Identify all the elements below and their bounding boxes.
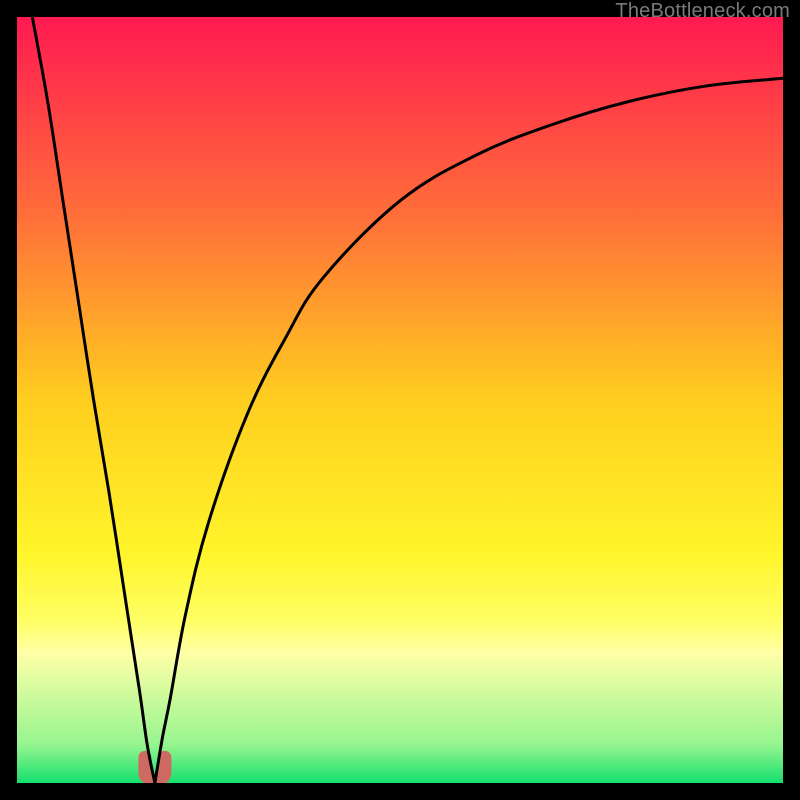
- chart-frame: TheBottleneck.com: [0, 0, 800, 800]
- curve-layer: [17, 17, 783, 783]
- plot-area: [17, 17, 783, 783]
- watermark-text: TheBottleneck.com: [615, 0, 790, 23]
- curve-left-branch: [32, 17, 155, 783]
- curve-right-branch: [155, 78, 783, 783]
